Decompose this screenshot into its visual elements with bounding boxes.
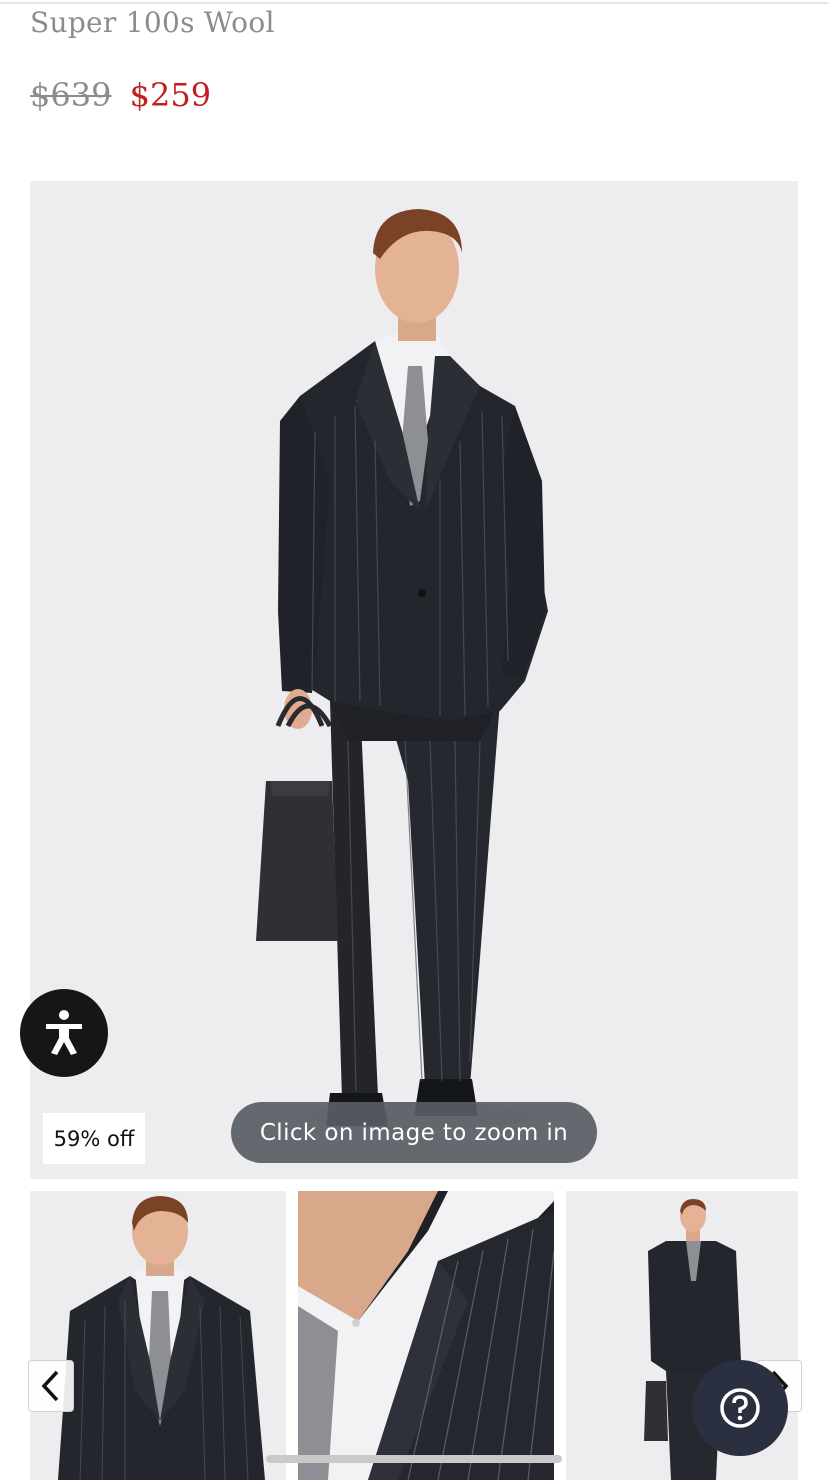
accessibility-person-icon <box>46 1010 82 1055</box>
question-mark-icon <box>720 1388 760 1428</box>
top-divider <box>0 2 828 4</box>
chevron-left-icon <box>41 1370 59 1402</box>
accessibility-button[interactable] <box>20 989 108 1077</box>
original-price: $639 <box>30 76 112 114</box>
price-row: $639 $259 <box>30 76 211 114</box>
thumbnail-lapel-closeup[interactable] <box>298 1191 554 1480</box>
discount-badge: 59% off <box>43 1113 145 1164</box>
thumbnail-front[interactable] <box>30 1191 286 1480</box>
suit-model-illustration <box>256 209 548 1130</box>
sale-price: $259 <box>129 76 212 114</box>
zoom-hint: Click on image to zoom in <box>231 1102 597 1163</box>
help-button[interactable] <box>692 1360 788 1456</box>
thumbnail-front-illustration <box>58 1196 265 1480</box>
main-product-image[interactable] <box>30 181 798 1179</box>
carousel-prev-button[interactable] <box>28 1360 74 1412</box>
scroll-indicator <box>266 1455 562 1463</box>
product-subtitle: Super 100s Wool <box>30 6 275 39</box>
thumbnail-lapel-illustration <box>298 1191 554 1480</box>
